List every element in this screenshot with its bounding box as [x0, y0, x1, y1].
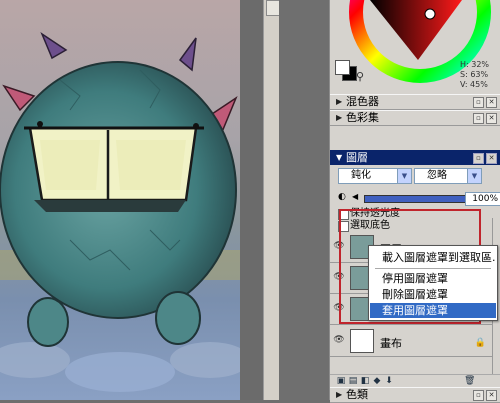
swatches-label: 色彩集: [346, 111, 379, 124]
select-background-label: 選取底色: [350, 220, 390, 231]
layer-thumbnail: [350, 329, 374, 353]
close-icon[interactable]: ✕: [486, 390, 497, 401]
effects-icon[interactable]: ◆: [372, 375, 382, 387]
close-icon[interactable]: ✕: [486, 97, 497, 108]
close-icon[interactable]: ✕: [486, 113, 497, 124]
hsv-readout: H: 32% S: 63% V: 45%: [460, 60, 489, 90]
canvas-vertical-scrollbar[interactable]: [263, 0, 280, 400]
side-panel: ⚲ H: 32% S: 63% V: 45% ▶ 混色器 ▫ ✕ ▶ 色彩集 ▫…: [329, 0, 500, 403]
select-background-option[interactable]: 選取底色: [338, 220, 478, 232]
chevron-down-icon[interactable]: ▼: [467, 169, 481, 183]
menu-item-load-mask-to-selection[interactable]: 載入圖層遮罩到選取區...: [370, 250, 496, 265]
scroll-thumb[interactable]: [266, 0, 280, 16]
color-picker[interactable]: ⚲ H: 32% S: 63% V: 45%: [330, 0, 500, 92]
merge-icon[interactable]: ⬇: [384, 375, 394, 387]
canvas-area[interactable]: [0, 0, 263, 400]
color-mixer-label: 混色器: [346, 95, 379, 108]
chevron-down-icon[interactable]: ▼: [397, 169, 411, 183]
mask-icon: ◐: [338, 192, 346, 202]
workspace-background: [279, 0, 329, 400]
artwork-image: [0, 0, 240, 400]
composite-select[interactable]: 忽略 ▼: [414, 168, 482, 184]
hue-value: H: 32%: [460, 60, 490, 69]
opacity-slider[interactable]: [364, 195, 466, 203]
menu-item-apply-mask[interactable]: 套用圖層遮罩: [370, 303, 496, 318]
visibility-eye-icon[interactable]: 👁: [333, 241, 345, 251]
close-icon[interactable]: ✕: [486, 153, 497, 164]
eyedropper-icon[interactable]: ⚲: [356, 70, 364, 83]
lock-icon: 🔒: [474, 338, 486, 348]
new-folder-icon[interactable]: ▤: [348, 375, 358, 387]
layers-panel-label: 圖層: [346, 151, 368, 164]
layer-row[interactable]: 👁 畫布 🔒: [330, 326, 492, 357]
saturation-value: S: 63%: [460, 70, 489, 79]
mask-icon[interactable]: ◧: [360, 375, 370, 387]
composite-value: 忽略: [427, 170, 447, 181]
visibility-eye-icon[interactable]: 👁: [333, 303, 345, 313]
layers-panel-header[interactable]: ▼ 圖層 ▫ ✕: [330, 150, 500, 165]
preserve-transparency-label: 保持透光度: [350, 208, 400, 219]
menu-item-delete-mask[interactable]: 刪除圖層遮罩: [370, 287, 496, 302]
preserve-transparency-option[interactable]: 保持透光度: [338, 208, 478, 220]
value-value: V: 45%: [460, 80, 488, 89]
minimize-icon[interactable]: ▫: [473, 390, 484, 401]
preserve-transparency-checkbox[interactable]: [338, 209, 349, 220]
minimize-icon[interactable]: ▫: [473, 97, 484, 108]
visibility-eye-icon[interactable]: 👁: [333, 335, 345, 345]
minimize-icon[interactable]: ▫: [473, 153, 484, 164]
new-layer-icon[interactable]: ▣: [336, 375, 346, 387]
select-background-checkbox[interactable]: [338, 221, 349, 232]
opacity-row: ◐ ◀ 100%: [338, 192, 500, 206]
collapse-arrow-icon: ▼: [336, 153, 343, 162]
opacity-left-arrow-icon[interactable]: ◀: [352, 192, 358, 201]
expand-arrow-icon: ▶: [336, 113, 343, 122]
foreground-color-swatch[interactable]: [335, 60, 350, 75]
layer-mask-context-menu: 載入圖層遮罩到選取區... 停用圖層遮罩 刪除圖層遮罩 套用圖層遮罩: [368, 245, 498, 321]
expand-arrow-icon: ▶: [336, 97, 343, 106]
layer-name: 畫布: [380, 337, 402, 350]
trash-icon[interactable]: 🗑: [464, 375, 475, 387]
menu-item-disable-mask[interactable]: 停用圖層遮罩: [370, 271, 496, 286]
swatches-header[interactable]: ▶ 色彩集 ▫ ✕: [330, 110, 500, 126]
visibility-eye-icon[interactable]: 👁: [333, 272, 345, 282]
opacity-input[interactable]: 100%: [465, 192, 500, 206]
minimize-icon[interactable]: ▫: [473, 113, 484, 124]
blend-mode-select[interactable]: 鈍化 ▼: [338, 168, 412, 184]
layer-toolbar: ▣ ▤ ◧ ◆ ⬇ 🗑: [330, 374, 500, 387]
menu-separator: [375, 268, 491, 269]
color-sets-header[interactable]: ▶ 色類 ▫ ✕: [330, 387, 500, 403]
blend-mode-value: 鈍化: [351, 170, 371, 181]
color-mixer-header[interactable]: ▶ 混色器 ▫ ✕: [330, 94, 500, 110]
